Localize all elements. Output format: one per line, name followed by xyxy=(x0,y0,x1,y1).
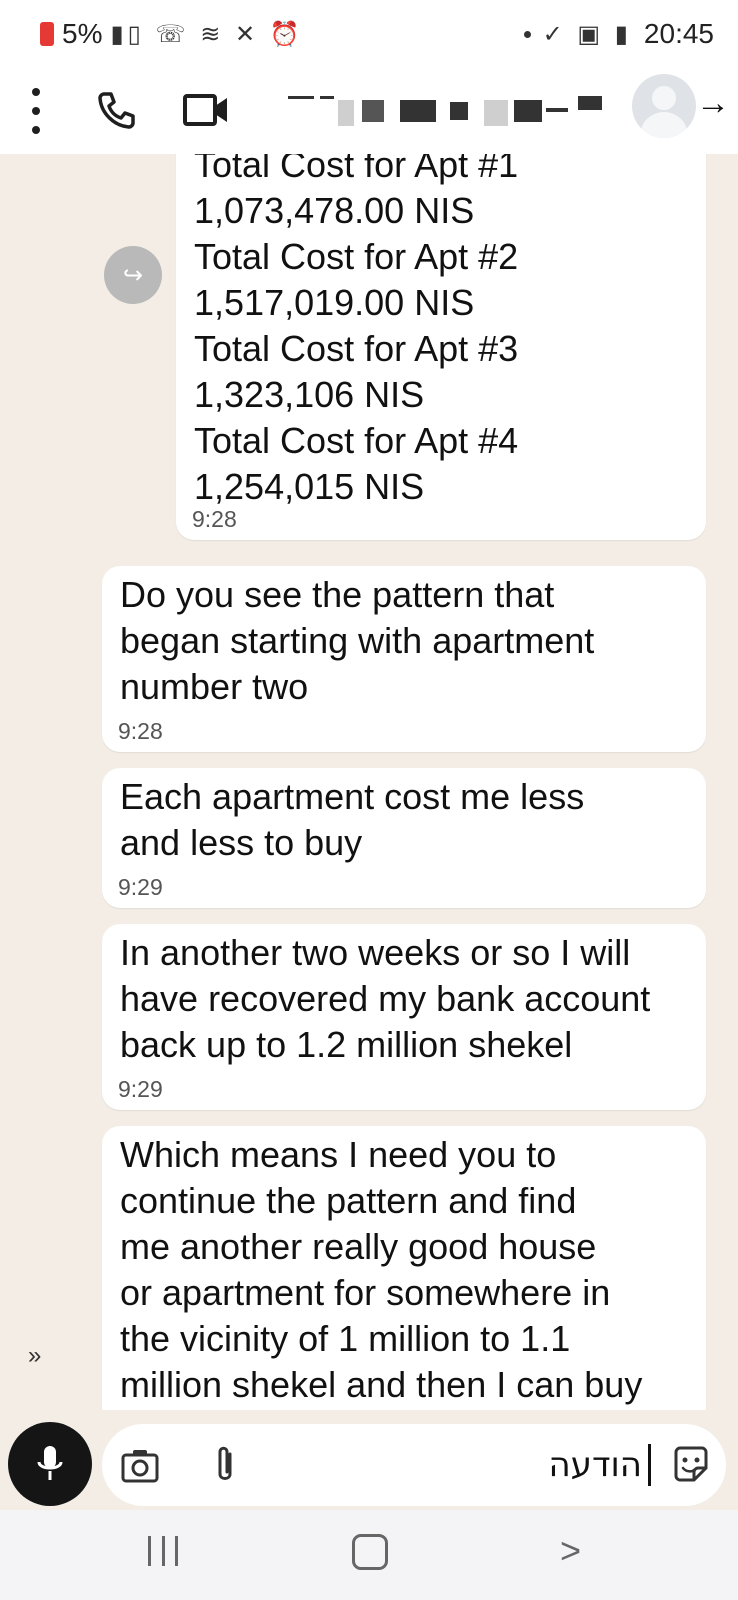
message-bubble[interactable]: Do you see the pattern that began starti… xyxy=(102,566,706,752)
battery-low-icon xyxy=(40,22,54,46)
contact-name-redacted[interactable] xyxy=(288,90,618,134)
message-time: 9:28 xyxy=(192,506,237,532)
message-text: Each apartment cost me less and less to … xyxy=(120,776,585,863)
camera-icon[interactable] xyxy=(120,1446,160,1486)
status-time: 20:45 xyxy=(643,18,714,49)
message-bubble[interactable]: Total Cost for Apt #1 1,073,478.00 NIS T… xyxy=(176,154,706,540)
paperclip-icon[interactable] xyxy=(210,1444,240,1486)
arrow-right-icon[interactable]: → xyxy=(696,84,730,123)
back-chevron-icon[interactable]: > xyxy=(560,1530,581,1572)
message-composer xyxy=(102,1424,726,1506)
message-time: 9:29 xyxy=(118,874,163,900)
message-bubble[interactable]: Which means I need you to continue the p… xyxy=(102,1126,706,1410)
signal-wifi-icons: ▮▯ ☏ ≋ ✕ ⏰ xyxy=(110,20,304,48)
message-text: Do you see the pattern that began starti… xyxy=(120,574,595,707)
phone-icon[interactable] xyxy=(94,88,138,132)
text-cursor xyxy=(648,1444,651,1486)
message-bubble[interactable]: In another two weeks or so I will have r… xyxy=(102,924,706,1110)
notification-icons: ✓ ▣ ▮ xyxy=(542,20,632,48)
message-time: 9:29 xyxy=(118,1076,163,1102)
message-text: Which means I need you to continue the p… xyxy=(120,1134,643,1405)
message-text: In another two weeks or so I will have r… xyxy=(120,932,651,1065)
status-right: ✓ ▣ ▮ 20:45 xyxy=(523,18,714,50)
microphone-icon xyxy=(37,1446,63,1480)
chat-header: → xyxy=(0,70,738,154)
message-text: Total Cost for Apt #1 1,073,478.00 NIS T… xyxy=(194,154,519,507)
status-left: 5% ▮▯ ☏ ≋ ✕ ⏰ xyxy=(40,18,304,50)
forward-icon[interactable]: ↪ xyxy=(104,246,162,304)
more-vertical-icon[interactable] xyxy=(26,88,46,134)
battery-percent: 5% xyxy=(62,18,103,49)
message-time: 9:28 xyxy=(118,718,163,744)
scroll-down-icon[interactable]: » xyxy=(28,1342,41,1370)
status-bar: 5% ▮▯ ☏ ≋ ✕ ⏰ ✓ ▣ ▮ 20:45 xyxy=(0,0,738,70)
microphone-button[interactable] xyxy=(8,1422,92,1506)
sticker-icon[interactable] xyxy=(670,1444,712,1486)
notification-dot-icon xyxy=(523,30,531,38)
system-navigation-bar: > xyxy=(0,1510,738,1600)
recents-icon[interactable] xyxy=(148,1536,178,1566)
chat-messages[interactable]: Total Cost for Apt #1 1,073,478.00 NIS T… xyxy=(0,154,738,1410)
message-input[interactable] xyxy=(482,1442,642,1488)
avatar[interactable] xyxy=(632,74,696,138)
video-camera-icon[interactable] xyxy=(182,88,230,132)
message-bubble[interactable]: Each apartment cost me less and less to … xyxy=(102,768,706,908)
home-icon[interactable] xyxy=(352,1534,388,1570)
